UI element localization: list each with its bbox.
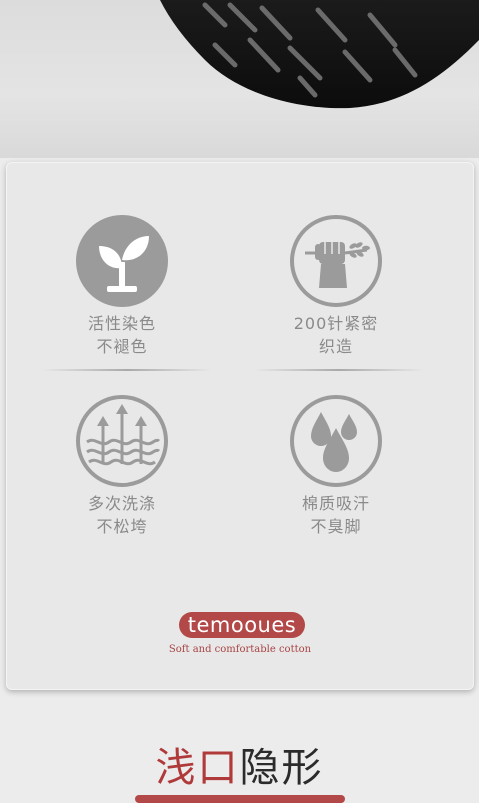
accent-bar (135, 795, 345, 803)
feature-label: 活性染色 不褪色 (32, 312, 212, 358)
feature-label-line1: 200针紧密 (293, 314, 379, 333)
feature-label: 200针紧密 织造 (246, 312, 426, 358)
divider (42, 369, 212, 371)
fist-wheat-icon (290, 215, 382, 307)
brand-tagline: Soft and comfortable cotton (168, 644, 312, 655)
section-title: 浅口隐形 (0, 735, 479, 793)
divider (254, 369, 424, 371)
feature-absorb: 棉质吸汗 不臭脚 (246, 394, 426, 538)
feature-dye: 活性染色 不褪色 (32, 214, 212, 358)
section-title-dark: 隐形 (239, 745, 324, 791)
wave-arrows-icon (76, 395, 168, 487)
feature-label: 棉质吸汗 不臭脚 (246, 492, 426, 538)
feature-label-line2: 织造 (318, 337, 353, 356)
sprout-icon (76, 215, 168, 307)
feature-label-line2: 不臭脚 (310, 517, 362, 536)
feature-card: 活性染色 不褪色 200针紧密 织造 多次洗涤 不松垮 棉质吸汗 不臭脚 tem… (6, 162, 474, 690)
water-drops-icon (290, 395, 382, 487)
feature-knit: 200针紧密 织造 (246, 214, 426, 358)
feature-label-line2: 不褪色 (96, 337, 148, 356)
product-photo (0, 0, 479, 158)
feature-label-line1: 多次洗涤 (87, 494, 156, 513)
section-title-red: 浅口 (155, 745, 240, 791)
feature-wash: 多次洗涤 不松垮 (32, 394, 212, 538)
feature-label-line2: 不松垮 (96, 517, 148, 536)
sock-image (160, 0, 479, 109)
feature-label-line1: 棉质吸汗 (301, 494, 370, 513)
brand-logo: temooues (179, 612, 305, 638)
feature-label: 多次洗涤 不松垮 (32, 492, 212, 538)
feature-label-line1: 活性染色 (87, 314, 156, 333)
